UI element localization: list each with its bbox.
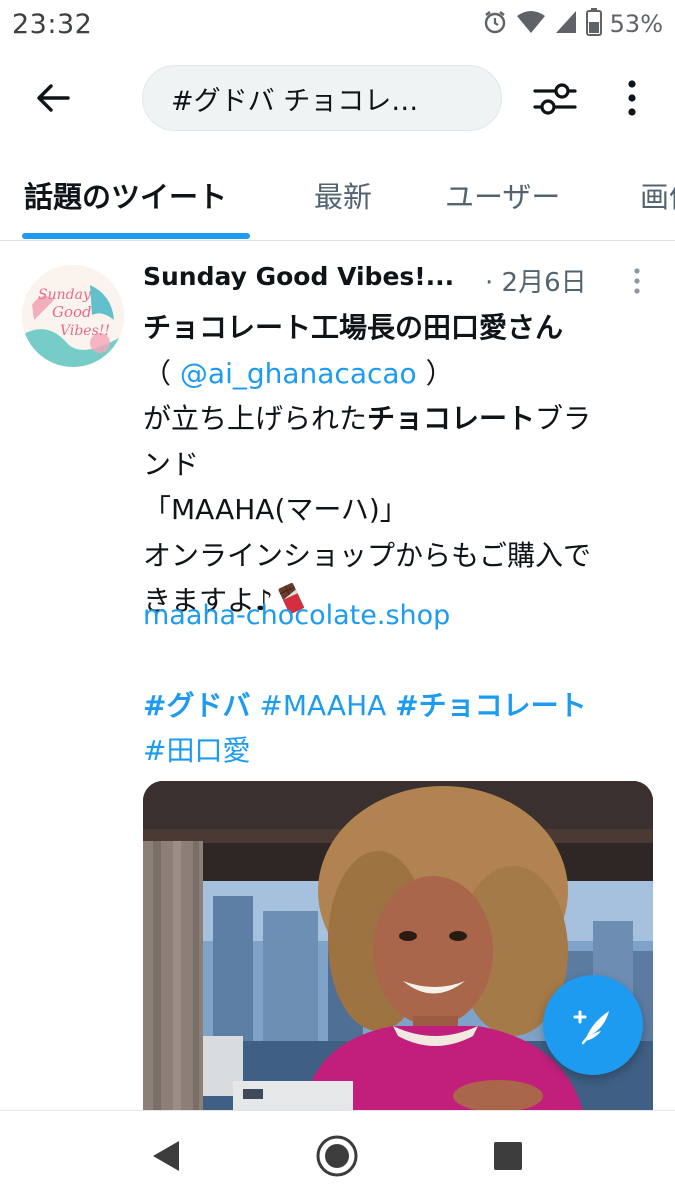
nav-home-button[interactable] <box>314 1133 360 1179</box>
tweet-more-button[interactable] <box>630 267 644 297</box>
search-input[interactable]: #グドバ チョコレ… <box>142 65 502 131</box>
filter-sliders-icon <box>533 83 577 115</box>
more-vertical-icon <box>628 80 636 116</box>
recents-square-icon <box>494 1142 522 1170</box>
system-nav-bar <box>0 1110 675 1200</box>
back-button[interactable] <box>26 74 80 122</box>
battery-percent: 53% <box>609 10 663 38</box>
avatar-text-sunday: Sunday <box>38 287 92 303</box>
compose-tweet-button[interactable] <box>543 975 643 1075</box>
paren-open: （ <box>143 356 180 390</box>
paren-close: ） <box>416 356 454 390</box>
nav-recents-button[interactable] <box>485 1133 531 1179</box>
tweet-author-name[interactable]: Sunday Good Vibes!... <box>143 262 454 291</box>
alarm-icon <box>482 9 508 39</box>
status-bar: 23:32 53% <box>0 0 675 48</box>
hashtags-line-1: #グドバ #MAAHA #チョコレート <box>143 683 653 728</box>
tweet-url-link[interactable]: maaha-chocolate.shop <box>143 600 450 631</box>
search-query: #グドバ チョコレ… <box>171 85 419 117</box>
status-time: 23:32 <box>12 8 93 40</box>
tab-photos[interactable]: 画像 <box>640 174 675 216</box>
tab-top[interactable]: 話題のツイート <box>24 174 227 216</box>
battery-icon <box>585 8 602 40</box>
tweet-line-5: 「MAAHA(マーハ)」 <box>143 493 408 526</box>
hashtag-maaha[interactable]: #MAAHA <box>259 689 386 722</box>
search-filter-button[interactable] <box>530 74 580 122</box>
tweet-date[interactable]: · 2月6日 <box>485 262 587 299</box>
tweet-line-3-pre: が立ち上げられた <box>143 402 368 435</box>
more-vertical-icon <box>634 268 640 294</box>
hashtag-chocolate[interactable]: #チョコレート <box>395 689 586 722</box>
more-options-button[interactable] <box>612 72 652 124</box>
tweet-header: Sunday Good Vibes!... · 2月6日 <box>143 262 643 302</box>
avatar-text-vibes: Vibes!! <box>60 323 110 339</box>
avatar[interactable]: Sunday Good Vibes!! <box>22 265 124 367</box>
search-tabs: 話題のツイート 最新 ユーザー 画像 <box>0 160 675 240</box>
tweet-line-4: ンド <box>143 447 200 481</box>
tweet-line-1: チョコレート工場長の田口愛さん <box>143 305 663 351</box>
tab-latest[interactable]: 最新 <box>314 174 372 216</box>
tweet-hashtags: #グドバ #MAAHA #チョコレート #田口愛 <box>143 683 653 773</box>
avatar-text-good: Good <box>52 303 92 321</box>
nav-back-button[interactable] <box>143 1133 189 1179</box>
back-arrow-icon <box>37 84 70 112</box>
wifi-icon <box>516 9 546 39</box>
active-tab-indicator <box>22 233 250 239</box>
compose-feather-icon <box>573 1010 609 1045</box>
cell-signal-icon <box>554 9 578 39</box>
mention-link[interactable]: @ai_ghanacacao <box>180 357 417 390</box>
tweet-line-3-post: ブラ <box>535 402 592 435</box>
tabs-divider <box>0 240 675 241</box>
hashtags-line-2: #田口愛 <box>143 728 653 773</box>
tweet-line-3-bold: チョコレート <box>367 402 536 435</box>
tweet-line-1-bold: チョコレート工場長の田口愛さん <box>143 311 564 344</box>
home-circle-icon <box>316 1135 358 1177</box>
tweet-line-3: が立ち上げられたチョコレートブラ <box>143 396 663 442</box>
tab-people[interactable]: ユーザー <box>445 174 560 216</box>
tweet-line-6: オンラインショップからもご購入で <box>143 538 592 572</box>
hashtag-gudoba[interactable]: #グドバ <box>143 689 250 722</box>
tweet-text: チョコレート工場長の田口愛さん （ @ai_ghanacacao ） が立ち上げ… <box>143 305 663 624</box>
tweet-line-2: （ @ai_ghanacacao ） <box>143 351 663 397</box>
status-icons: 53% <box>482 8 663 40</box>
back-triangle-icon <box>153 1141 179 1171</box>
app-bar: #グドバ チョコレ… <box>0 62 675 134</box>
hashtag-taguchi-ai[interactable]: #田口愛 <box>143 734 250 767</box>
